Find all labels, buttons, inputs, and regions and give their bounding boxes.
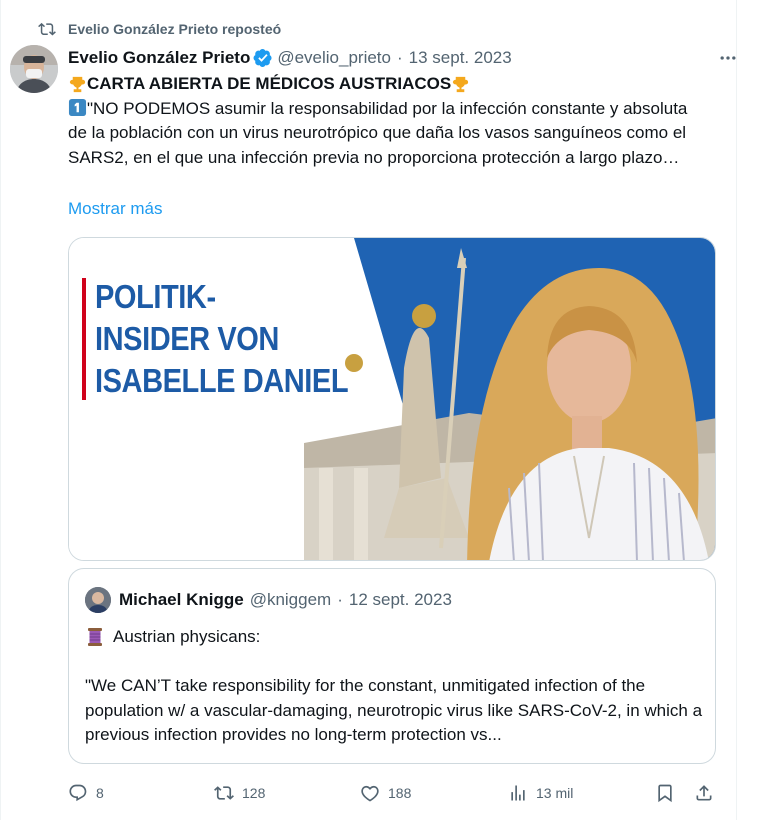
repost-label: Evelio González Prieto reposteó [68,21,282,37]
reply-button[interactable]: 8 [68,778,104,808]
quoted-tweet[interactable]: Michael Knigge @kniggem · 12 sept. 2023 … [68,568,716,764]
repost-indicator[interactable]: Evelio González Prieto reposteó [38,20,281,38]
bookmark-button[interactable] [655,778,675,808]
quoted-author-handle[interactable]: @kniggem [250,590,332,610]
tweet-title-line: CARTA ABIERTA DE MÉDICOS AUSTRIACOS [68,72,708,97]
verified-badge-icon[interactable] [253,48,273,68]
image-headline-line: INSIDER VON [95,320,279,357]
bookmark-icon [658,784,672,803]
author-handle[interactable]: @evelio_prieto [277,48,391,68]
views-chart-icon [511,785,525,801]
repost-count: 128 [242,785,266,801]
trophy-icon [453,76,469,92]
quoted-author-avatar[interactable] [85,587,111,613]
headline-accent-bar [82,278,86,400]
quoted-tweet-intro: Austrian physicans: [113,627,261,646]
avatar-photo [10,45,58,93]
trophy-icon [69,76,86,92]
repost-icon [38,22,56,36]
image-headline-line: ISABELLE DANIEL [95,362,349,399]
show-more-link[interactable]: Mostrar más [68,199,162,219]
quoted-tweet-date[interactable]: 12 sept. 2023 [349,590,452,610]
quoted-tweet-first-line: Austrian physicans: [85,625,260,650]
image-headline: POLITIK- INSIDER VON ISABELLE DANIEL [95,276,349,402]
quoted-tweet-body: "We CAN’T take responsibility for the co… [85,676,703,744]
like-count: 188 [388,785,412,801]
tweet-title: CARTA ABIERTA DE MÉDICOS AUSTRIACOS [87,74,452,93]
keycap-one-icon [68,98,87,116]
share-button[interactable] [694,778,714,808]
share-icon [696,785,712,801]
tweet-text: CARTA ABIERTA DE MÉDICOS AUSTRIACOS "NO … [68,72,708,170]
thread-spool-icon [88,628,102,647]
image-headline-line: POLITIK- [95,278,216,315]
author-avatar[interactable] [10,45,58,93]
repost-button[interactable]: 128 [214,778,265,808]
timeline-border-right [736,0,737,820]
tweet-body-text: "NO PODEMOS asumir la responsabilidad po… [68,98,688,167]
header-separator: · [396,48,403,67]
reply-icon [69,784,87,802]
author-name[interactable]: Evelio González Prieto [68,48,250,68]
like-button[interactable]: 188 [360,778,411,808]
more-options-icon[interactable] [718,48,738,68]
repost-icon [214,786,234,800]
views-button[interactable]: 13 mil [508,778,573,808]
tweet-header: Evelio González Prieto @evelio_prieto · … [68,46,734,70]
tweet-body: "NO PODEMOS asumir la responsabilidad po… [68,97,708,171]
tweet-date[interactable]: 13 sept. 2023 [409,48,512,68]
reply-count: 8 [96,785,104,801]
timeline-border-left [0,0,1,820]
tweet-actions-bar: 8 128 188 13 mil [68,778,718,808]
quoted-header-separator: · [337,590,343,609]
views-count: 13 mil [536,785,574,801]
heart-icon [361,785,379,802]
tweet-media-image[interactable]: POLITIK- INSIDER VON ISABELLE DANIEL [68,237,716,561]
quoted-author-name[interactable]: Michael Knigge [119,590,244,610]
quoted-avatar-photo [85,587,111,613]
quoted-tweet-header: Michael Knigge @kniggem · 12 sept. 2023 [85,587,452,613]
